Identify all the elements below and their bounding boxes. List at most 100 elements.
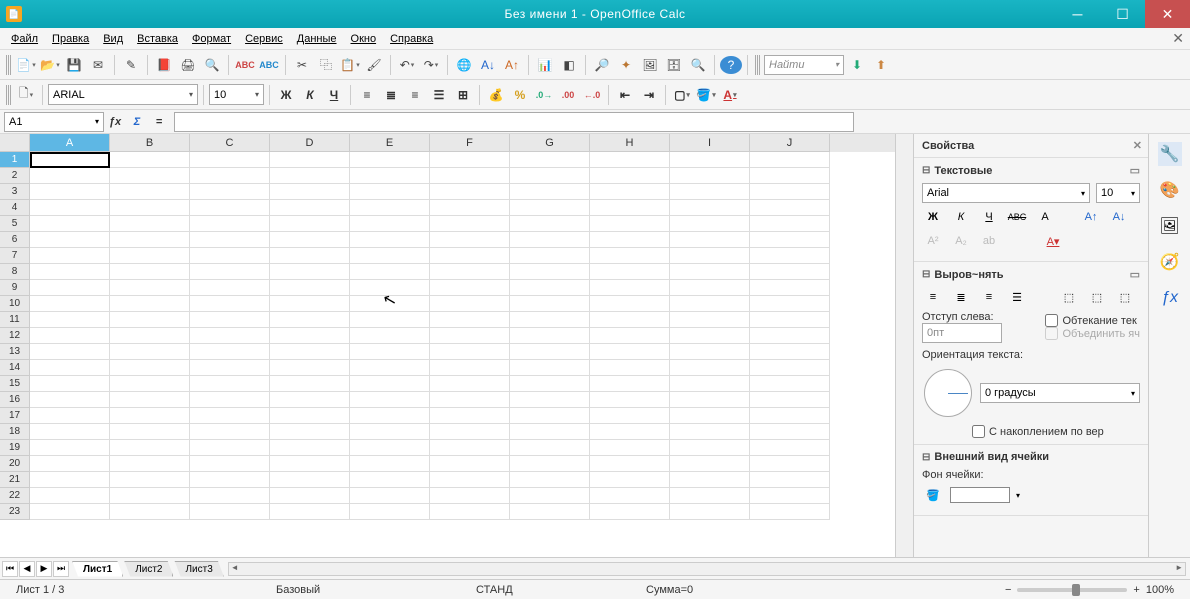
cell-H21[interactable] (590, 472, 670, 488)
sb-valign-top-button[interactable]: ⬚ (1058, 287, 1080, 307)
sb-align-justify-button[interactable]: ☰ (1006, 287, 1028, 307)
cell-G18[interactable] (510, 424, 590, 440)
row-header-9[interactable]: 9 (0, 280, 30, 296)
cell-E5[interactable] (350, 216, 430, 232)
cell-D8[interactable] (270, 264, 350, 280)
cell-F10[interactable] (430, 296, 510, 312)
cell-D9[interactable] (270, 280, 350, 296)
cell-G4[interactable] (510, 200, 590, 216)
cell-C16[interactable] (190, 392, 270, 408)
cell-G13[interactable] (510, 344, 590, 360)
grid-rows[interactable]: 1234567891011121314151617181920212223 (0, 152, 895, 557)
borders-button[interactable]: ▢ (671, 84, 693, 106)
wrap-checkbox[interactable]: Обтекание тек (1045, 314, 1140, 327)
cell-J20[interactable] (750, 456, 830, 472)
row-header-12[interactable]: 12 (0, 328, 30, 344)
column-header-B[interactable]: B (110, 134, 190, 152)
underline-button[interactable]: Ч (323, 84, 345, 106)
cell-I18[interactable] (670, 424, 750, 440)
zoom-out-button[interactable]: − (1005, 584, 1011, 596)
cut-button[interactable]: ✂ (291, 54, 313, 76)
cell-B18[interactable] (110, 424, 190, 440)
cell-F16[interactable] (430, 392, 510, 408)
equals-button[interactable]: = (148, 112, 170, 132)
cell-H12[interactable] (590, 328, 670, 344)
cell-D7[interactable] (270, 248, 350, 264)
fontcolor-button[interactable]: A (719, 84, 741, 106)
row-header-21[interactable]: 21 (0, 472, 30, 488)
menu-help[interactable]: Справка (383, 31, 440, 47)
column-header-D[interactable]: D (270, 134, 350, 152)
cell-I1[interactable] (670, 152, 750, 168)
cell-F3[interactable] (430, 184, 510, 200)
cell-B9[interactable] (110, 280, 190, 296)
sb-strike-button[interactable]: ABC (1006, 207, 1028, 227)
cell-D11[interactable] (270, 312, 350, 328)
zoom-in-button[interactable]: + (1133, 584, 1139, 596)
cell-A20[interactable] (30, 456, 110, 472)
sidebar-close-button[interactable]: ✕ (1133, 139, 1142, 152)
export-pdf-button[interactable]: 📕 (153, 54, 175, 76)
cell-J5[interactable] (750, 216, 830, 232)
cell-J21[interactable] (750, 472, 830, 488)
menu-data[interactable]: Данные (290, 31, 344, 47)
row-header-4[interactable]: 4 (0, 200, 30, 216)
cell-I10[interactable] (670, 296, 750, 312)
sb-italic-button[interactable]: К (950, 207, 972, 227)
align-justify-button[interactable]: ☰ (428, 84, 450, 106)
merge-cells-button[interactable]: ⊞ (452, 84, 474, 106)
row-header-8[interactable]: 8 (0, 264, 30, 280)
cell-C14[interactable] (190, 360, 270, 376)
row-header-17[interactable]: 17 (0, 408, 30, 424)
merge-checkbox[interactable]: Объединить яч (1045, 327, 1140, 340)
sort-desc-button[interactable]: A↑ (501, 54, 523, 76)
cell-H7[interactable] (590, 248, 670, 264)
cell-J14[interactable] (750, 360, 830, 376)
cell-A13[interactable] (30, 344, 110, 360)
auto-spellcheck-button[interactable]: ABC (258, 54, 280, 76)
paste-button[interactable]: 📋 (339, 54, 361, 76)
cell-I12[interactable] (670, 328, 750, 344)
currency-button[interactable]: 💰 (485, 84, 507, 106)
row-header-23[interactable]: 23 (0, 504, 30, 520)
find-button[interactable]: 🔎 (591, 54, 613, 76)
cell-G8[interactable] (510, 264, 590, 280)
cell-G21[interactable] (510, 472, 590, 488)
remove-decimal-button2[interactable]: ←.0 (581, 84, 603, 106)
sum-button[interactable]: Σ (126, 112, 148, 132)
cell-D20[interactable] (270, 456, 350, 472)
cell-F5[interactable] (430, 216, 510, 232)
cell-I9[interactable] (670, 280, 750, 296)
cell-E19[interactable] (350, 440, 430, 456)
cell-J23[interactable] (750, 504, 830, 520)
save-button[interactable]: 💾 (63, 54, 85, 76)
align-right-button[interactable]: ≡ (404, 84, 426, 106)
cell-F21[interactable] (430, 472, 510, 488)
align-left-button[interactable]: ≡ (356, 84, 378, 106)
sb-grow-font-button[interactable]: A↑ (1080, 207, 1102, 227)
cell-D3[interactable] (270, 184, 350, 200)
cell-I5[interactable] (670, 216, 750, 232)
cell-D18[interactable] (270, 424, 350, 440)
cell-E1[interactable] (350, 152, 430, 168)
cell-G23[interactable] (510, 504, 590, 520)
tab-last-button[interactable]: ⏭ (53, 561, 69, 577)
cell-F23[interactable] (430, 504, 510, 520)
sort-asc-button[interactable]: A↓ (477, 54, 499, 76)
minimize-button[interactable]: ─ (1055, 0, 1100, 28)
cell-E15[interactable] (350, 376, 430, 392)
tab-next-button[interactable]: ▶ (36, 561, 52, 577)
row-header-22[interactable]: 22 (0, 488, 30, 504)
cell-D22[interactable] (270, 488, 350, 504)
indent-input[interactable] (922, 323, 1002, 343)
row-header-14[interactable]: 14 (0, 360, 30, 376)
cell-C20[interactable] (190, 456, 270, 472)
cell-A14[interactable] (30, 360, 110, 376)
cell-D19[interactable] (270, 440, 350, 456)
cell-I15[interactable] (670, 376, 750, 392)
cell-I23[interactable] (670, 504, 750, 520)
sheet-tab-1[interactable]: Лист1 (72, 561, 123, 577)
cell-G11[interactable] (510, 312, 590, 328)
column-header-H[interactable]: H (590, 134, 670, 152)
cell-C4[interactable] (190, 200, 270, 216)
